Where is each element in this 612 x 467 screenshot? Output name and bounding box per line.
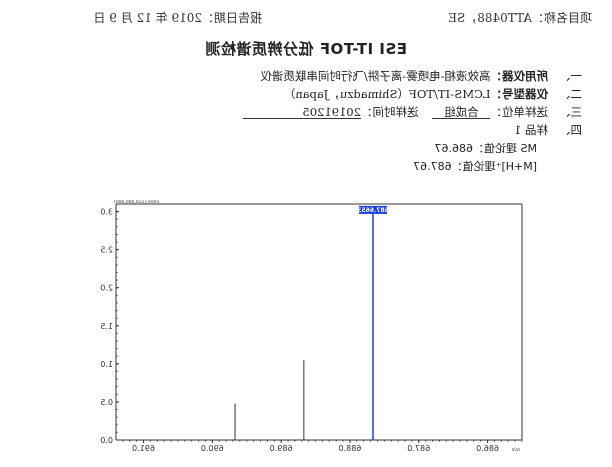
row-number: 一、 (559, 69, 582, 83)
mass-spectrum-chart: 686.0 687.0 688.0 689.0 690.0 691.0 m/z 0.0 0.5 1… (100, 200, 523, 453)
row-label: 所用仪器： (490, 69, 549, 83)
x-tick-label: 691.0 (132, 444, 155, 453)
y-tick-label: 2.0 (100, 284, 113, 293)
submitter-unit: 合成组 (432, 105, 491, 119)
x-axis-label: m/z (511, 447, 520, 453)
row-number: 四、 (559, 123, 582, 137)
row-number: 二、 (559, 87, 582, 101)
row-label: 仪器型号： (490, 87, 549, 101)
row-label: 送样单位： (490, 105, 549, 119)
report-date: 报告日期：2019 年 12 月 9 日 (93, 11, 262, 25)
report-page: 项目名称：ATT0488，SE 报告日期：2019 年 12 月 9 日 ESI… (0, 0, 612, 467)
x-tick-label: 687.0 (407, 444, 430, 453)
row-value: LCMS-IT/TOF（Shimadzu，Japan） (283, 87, 491, 101)
ms-theoretical: MS 理论值：686.67 (434, 142, 537, 155)
row-model: 二、仪器型号：LCMS-IT/TOF（Shimadzu，Japan） (284, 86, 582, 102)
y-tick-label: 3.0 (100, 208, 113, 217)
y-tick-label: 1.0 (100, 360, 113, 369)
submit-time-label: 送样时间： (361, 105, 419, 119)
row-submitter: 三、送样单位：合成组送样时间：20191205 (243, 104, 582, 120)
row-sample: 四、样品 1 (514, 122, 582, 138)
project-name: 项目名称：ATT0488，SE (448, 11, 592, 25)
row-value: 高效液相-电喷雾-离子阱/飞行时间串联质谱仪 (260, 69, 491, 83)
x-tick-label: 688.0 (339, 444, 362, 453)
x-tick-label: 689.0 (270, 444, 293, 453)
row-instrument: 一、所用仪器：高效液相-电喷雾-离子阱/飞行时间串联质谱仪 (260, 68, 582, 84)
y-tick-label: 0.0 (100, 436, 113, 445)
y-tick-label: 1.5 (100, 322, 113, 331)
mh-theoretical: [M+H]⁺理论值：687.67 (413, 160, 537, 173)
x-tick-label: 686.0 (476, 444, 499, 453)
y-axis-label: Inten.(x10,000,000) (114, 200, 159, 205)
submit-time: 20191205 (243, 105, 361, 119)
y-tick-label: 0.5 (100, 398, 113, 407)
x-tick-label: 690.0 (201, 444, 224, 453)
page-title: ESI IT-TOF 低分辨质谱检测 (205, 40, 407, 58)
row-label: 样品 1 (514, 123, 548, 137)
row-number: 三、 (559, 105, 582, 119)
y-tick-label: 2.5 (100, 246, 113, 255)
peak-label: 687.6653 (357, 207, 389, 214)
